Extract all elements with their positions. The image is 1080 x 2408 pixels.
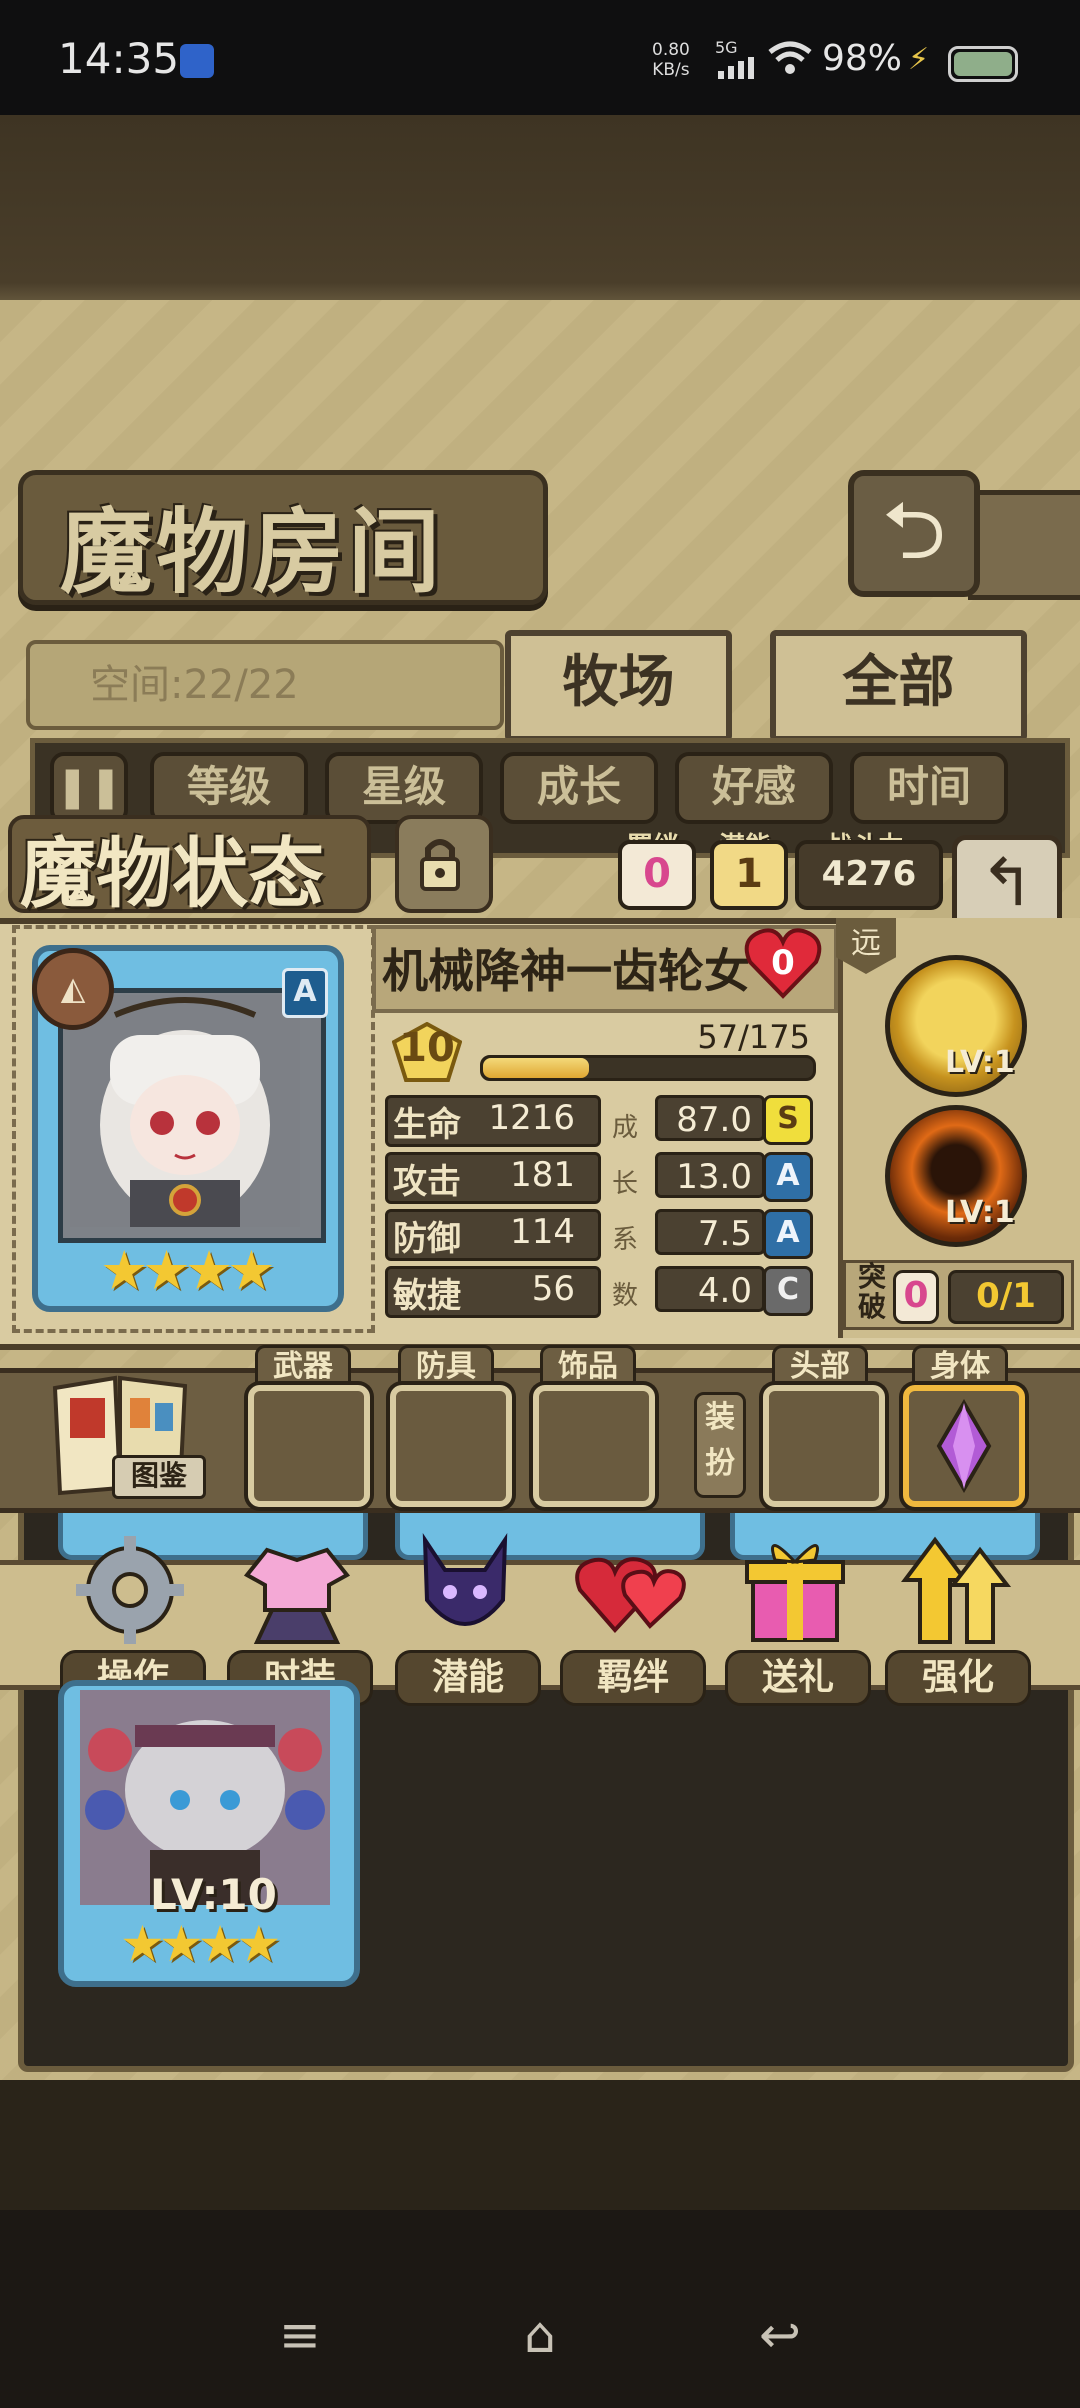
charging-icon: ⚡ (908, 42, 930, 77)
menu-icon[interactable]: ≡ (270, 2305, 330, 2365)
accessory-slot[interactable] (533, 1385, 655, 1507)
body-slot[interactable] (903, 1385, 1025, 1507)
notification-app-icon (180, 44, 214, 78)
signal-icon (718, 57, 754, 79)
network-speed: 0.80 KB/s (652, 40, 690, 80)
affection-heart-icon: 0 (744, 928, 822, 999)
bond-button[interactable]: 羁绊 (555, 1530, 706, 1706)
affection-value: 0 (771, 943, 795, 983)
action-label: 潜能 (395, 1650, 541, 1706)
pause-icon: ❚❚ (55, 764, 123, 810)
tab-all[interactable]: 全部 (770, 630, 1027, 742)
net-speed-value: 0.80 (652, 40, 690, 60)
growth-grade: A (763, 1209, 813, 1259)
back-icon[interactable]: ↩ (750, 2305, 810, 2365)
filter-affection-button[interactable]: 好感 (675, 752, 833, 824)
monster-portrait (70, 995, 300, 1227)
stat-value: 181 (510, 1155, 575, 1195)
growth-grade: A (763, 1152, 813, 1202)
potential-button[interactable]: 潜能 (390, 1530, 541, 1706)
upgrade-arrows-icon (901, 1536, 1012, 1644)
roster-level: LV:10 (150, 1870, 277, 1919)
return-icon: ⮌ (881, 484, 947, 577)
power-value: 4276 (795, 840, 943, 910)
head-slot[interactable] (763, 1385, 885, 1507)
battery-percent: 98% (822, 38, 903, 79)
crystal-icon (936, 1399, 992, 1493)
breakthrough-count: 0 (893, 1270, 939, 1324)
growth-value: 13.0 (655, 1152, 765, 1198)
breakthrough-label: 突破 (857, 1260, 886, 1323)
action-label: 强化 (885, 1650, 1031, 1706)
wifi-icon (768, 41, 812, 74)
action-label: 送礼 (725, 1650, 871, 1706)
status-title: 魔物状态 (20, 829, 324, 918)
action-label: 羁绊 (560, 1650, 706, 1706)
monster-level: 10 (399, 1025, 455, 1071)
monster-name: 机械降神一齿轮女 (382, 944, 750, 998)
filter-time-button[interactable]: 时间 (850, 752, 1008, 824)
skill-level: LV:1 (945, 1195, 1015, 1230)
star-rating: ★★★★ (100, 1239, 276, 1302)
potential-value: 1 (710, 840, 788, 910)
demon-icon (422, 1533, 508, 1626)
stat-value: 1216 (488, 1098, 575, 1138)
card-grade-badge: A (282, 968, 328, 1018)
breakthrough-progress[interactable]: 0/1 (948, 1270, 1064, 1324)
battery-icon (948, 46, 1018, 82)
lock-icon (420, 839, 460, 891)
return-arrow-icon: ↰ (979, 844, 1035, 921)
network-type: 5G (715, 38, 738, 57)
skill-level: LV:1 (945, 1045, 1015, 1080)
gift-button[interactable]: 送礼 (720, 1530, 871, 1706)
home-icon[interactable]: ⌂ (510, 2305, 570, 2365)
back-button[interactable]: ⮌ (848, 470, 980, 597)
space-count: 空间:22/22 (90, 662, 299, 708)
fashion-button[interactable]: 时装 (222, 1530, 373, 1706)
enhance-button[interactable]: 强化 (880, 1530, 1031, 1706)
filter-star-button[interactable]: 星级 (325, 752, 483, 824)
outfit-icon (243, 1547, 351, 1644)
codex-label[interactable]: 图鉴 (112, 1455, 206, 1499)
net-speed-unit: KB/s (652, 60, 690, 80)
armor-slot[interactable] (390, 1385, 512, 1507)
operate-button[interactable]: 操作 (55, 1530, 206, 1706)
growth-value: 7.5 (655, 1209, 765, 1255)
growth-coefficient-label: 成长系数 (611, 1113, 638, 1311)
gift-icon (745, 1544, 845, 1642)
growth-grade: S (763, 1095, 813, 1145)
bottom-shadow (0, 2080, 1080, 2210)
filter-growth-button[interactable]: 成长 (500, 752, 658, 824)
exp-text: 57/175 (697, 1018, 810, 1056)
gear-icon (76, 1536, 184, 1644)
growth-grade: C (763, 1266, 813, 1316)
exp-bar-fill (483, 1058, 589, 1078)
weapon-slot[interactable] (248, 1385, 370, 1507)
tab-ranch[interactable]: 牧场 (505, 630, 732, 742)
growth-value: 4.0 (655, 1266, 765, 1312)
dress-up-label: 装扮 (694, 1392, 746, 1498)
roster-star-rating: ★★★★ (120, 1915, 281, 1973)
clock: 14:35 (58, 34, 180, 83)
stat-value: 56 (531, 1269, 575, 1309)
stat-value: 114 (510, 1212, 575, 1252)
header-rail (968, 490, 1080, 600)
growth-value: 87.0 (655, 1095, 765, 1141)
page-title: 魔物房间 (60, 498, 445, 606)
hearts-icon (575, 1557, 686, 1633)
rank-icon: ◭ (32, 948, 114, 1030)
bond-value: 0 (618, 840, 696, 910)
